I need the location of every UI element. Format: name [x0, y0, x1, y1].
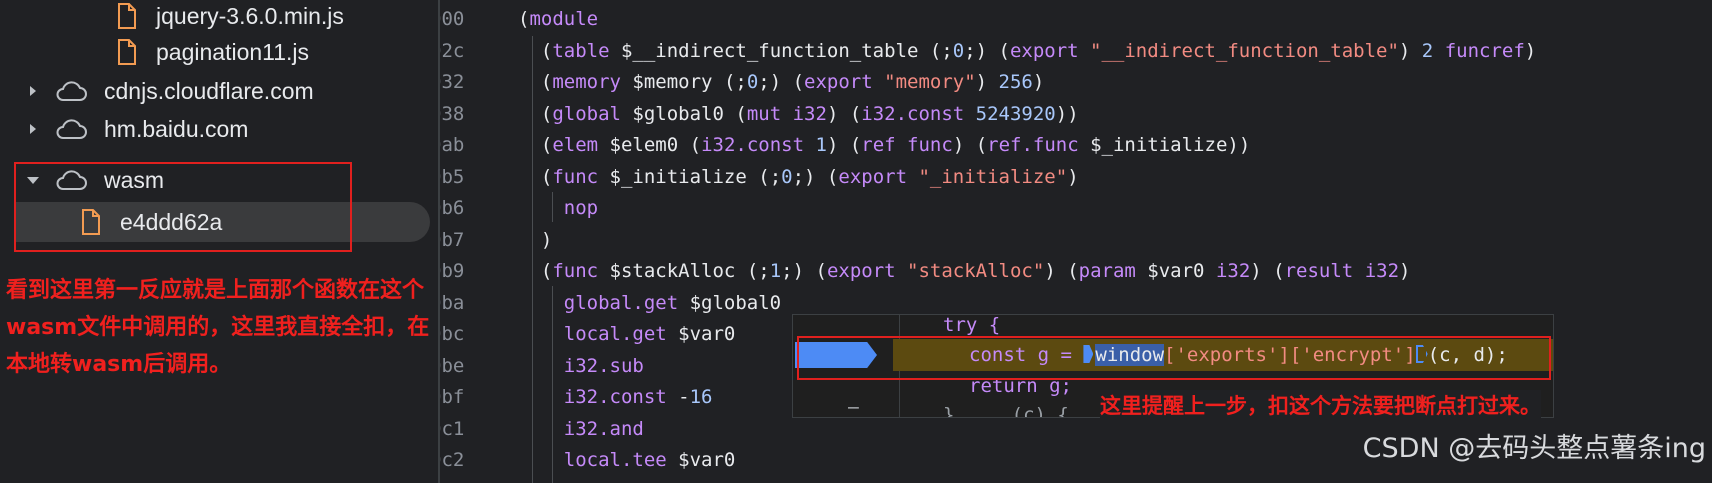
code-line: (table $__indirect_function_table (;0;) … — [518, 39, 1537, 62]
code-line: (module — [518, 8, 599, 30]
tree-domain-cdnjs[interactable]: cdnjs.cloudflare.com — [0, 71, 458, 111]
line-number[interactable]: 0b5 — [440, 162, 490, 194]
file-tree-sidebar: jquery-3.6.0.min.js pagination11.js cdnj… — [0, 0, 438, 483]
code-line: nop — [563, 197, 599, 219]
line-number[interactable]: 0bc — [440, 319, 490, 351]
line-number[interactable]: 0b9 — [440, 256, 490, 288]
file-icon — [118, 39, 136, 65]
line-number[interactable]: 038 — [440, 99, 490, 131]
popup-annotation-text: 这里提醒上一步，扣这个方法要把断点打过来。 — [1100, 390, 1541, 420]
chevron-right-icon[interactable] — [26, 84, 40, 98]
line-number[interactable]: 0bf — [440, 382, 490, 414]
line-number[interactable]: 0c1 — [440, 414, 490, 446]
annotation-text: 看到这里第一反应就是上面那个函数在这个wasm文件中调用的，这里我直接全扣，在本… — [6, 278, 430, 377]
line-number[interactable]: 0ab — [440, 130, 490, 162]
tree-domain-baidu[interactable]: hm.baidu.com — [0, 109, 458, 149]
cloud-icon — [54, 79, 88, 103]
file-icon — [118, 3, 136, 29]
tree-file-label: jquery-3.6.0.min.js — [156, 2, 344, 29]
code-line: (func $_initialize (;0;) (export "_initi… — [518, 165, 1079, 188]
line-number[interactable]: 0b6 — [440, 193, 490, 225]
popup-code-catch: } ... (c) { — [943, 404, 1069, 418]
cloud-icon — [54, 117, 88, 141]
line-gutter: 00002c0320380ab0b50b60b70b90ba0bc0be0bf0… — [440, 4, 490, 477]
code-line: (global $global0 (mut i32) (i32.const 52… — [518, 102, 1079, 125]
annotation-highlight-box — [14, 162, 352, 252]
annotation-highlight-box — [797, 336, 1551, 380]
line-number[interactable]: 0b7 — [440, 225, 490, 257]
chevron-right-icon[interactable] — [26, 122, 40, 136]
line-number[interactable]: 0c2 — [440, 445, 490, 477]
line-number[interactable]: 032 — [440, 67, 490, 99]
code-line: (elem $elem0 (i32.const 1) (ref func) (r… — [518, 134, 1251, 156]
code-line: (memory $memory (;0;) (export "memory") … — [518, 71, 1045, 93]
line-number[interactable]: 0ba — [440, 288, 490, 320]
tree-domain-label: hm.baidu.com — [104, 115, 249, 142]
line-number[interactable]: 02c — [440, 36, 490, 68]
tree-file-label: pagination11.js — [156, 38, 310, 65]
code-line: ) — [518, 228, 553, 251]
line-number[interactable]: 000 — [440, 4, 490, 36]
tree-domain-label: cdnjs.cloudflare.com — [104, 77, 314, 104]
watermark: CSDN @去码头整点薯条ing — [1362, 433, 1706, 464]
line-number[interactable]: 0be — [440, 351, 490, 383]
code-line: (func $stackAlloc (;1;) (export "stackAl… — [518, 260, 1411, 282]
